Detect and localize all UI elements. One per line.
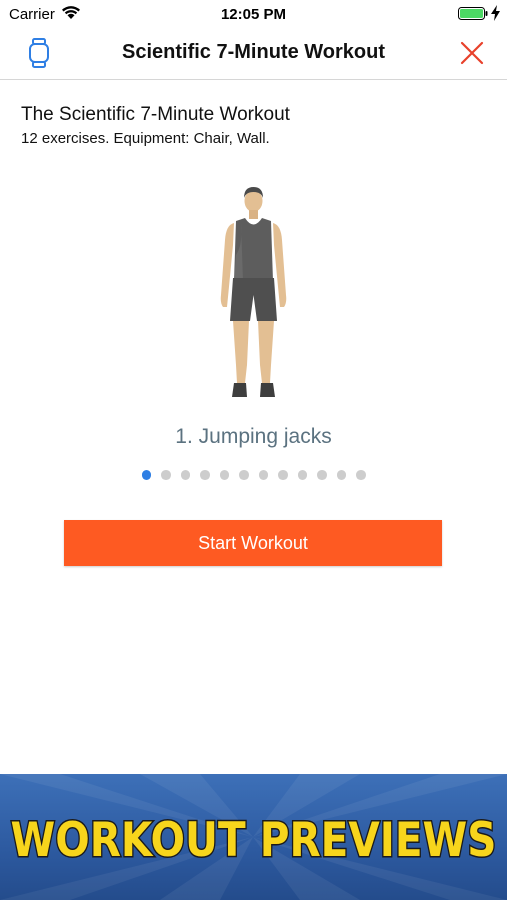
workout-previews-banner: WORKOUT PREVIEWS	[0, 774, 507, 900]
banner-rays: WORKOUT PREVIEWS	[0, 774, 507, 900]
charging-icon	[491, 5, 500, 21]
page-dot[interactable]	[336, 470, 346, 480]
page-dot[interactable]	[219, 470, 229, 480]
banner-text: WORKOUT PREVIEWS	[11, 813, 497, 868]
exercise-name: 1. Jumping jacks	[175, 425, 332, 448]
page-dot[interactable]	[161, 470, 171, 480]
workout-title: The Scientific 7-Minute Workout	[21, 104, 290, 125]
page-dot[interactable]	[239, 470, 249, 480]
workout-subtitle: 12 exercises. Equipment: Chair, Wall.	[21, 130, 270, 147]
status-bar: Carrier 12:05 PM	[0, 0, 507, 28]
exercise-illustration	[220, 187, 287, 397]
page-indicator[interactable]	[0, 470, 507, 480]
battery-icon	[458, 7, 488, 20]
page-dot[interactable]	[141, 470, 151, 480]
page-dot[interactable]	[356, 470, 366, 480]
page-dot[interactable]	[317, 470, 327, 480]
nav-title: Scientific 7-Minute Workout	[122, 41, 385, 63]
close-icon[interactable]	[460, 41, 484, 65]
page-dot[interactable]	[297, 470, 307, 480]
start-workout-button[interactable]: Start Workout	[64, 520, 442, 566]
page-dot[interactable]	[278, 470, 288, 480]
page-dot[interactable]	[258, 470, 268, 480]
page-dot[interactable]	[200, 470, 210, 480]
status-time: 12:05 PM	[220, 6, 287, 23]
navigation-bar: Scientific 7-Minute Workout	[0, 28, 507, 80]
page-dot[interactable]	[180, 470, 190, 480]
